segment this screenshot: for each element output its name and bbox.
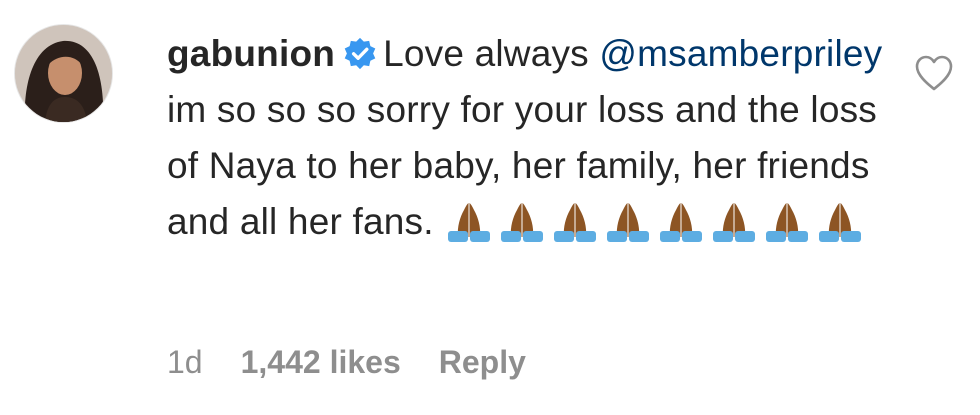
folded-hands-emoji [765, 203, 808, 242]
comment-username[interactable]: gabunion [167, 33, 335, 74]
avatar[interactable] [14, 24, 113, 123]
folded-hands-emoji [818, 203, 861, 242]
folded-hands-emoji [659, 203, 702, 242]
comment-text-intro: Love always [383, 33, 589, 74]
likes-count[interactable]: 1,442 likes [241, 344, 401, 380]
comment: gabunion Love always @msamberpriley im s… [0, 0, 980, 415]
folded-hands-emoji [553, 203, 596, 242]
comment-body: gabunion Love always @msamberpriley im s… [167, 26, 887, 250]
mention-link[interactable]: @msamberpriley [599, 33, 882, 74]
folded-hands-emoji [606, 203, 649, 242]
folded-hands-emoji [712, 203, 755, 242]
emoji-row [434, 201, 870, 242]
comment-meta: 1d 1,442 likes Reply [167, 344, 564, 381]
avatar-image [15, 25, 112, 122]
heart-outline-icon[interactable] [914, 54, 954, 92]
folded-hands-emoji [447, 203, 490, 242]
verified-badge-icon [344, 37, 376, 70]
folded-hands-emoji [500, 203, 543, 242]
reply-button[interactable]: Reply [439, 344, 526, 380]
comment-time[interactable]: 1d [167, 344, 203, 380]
